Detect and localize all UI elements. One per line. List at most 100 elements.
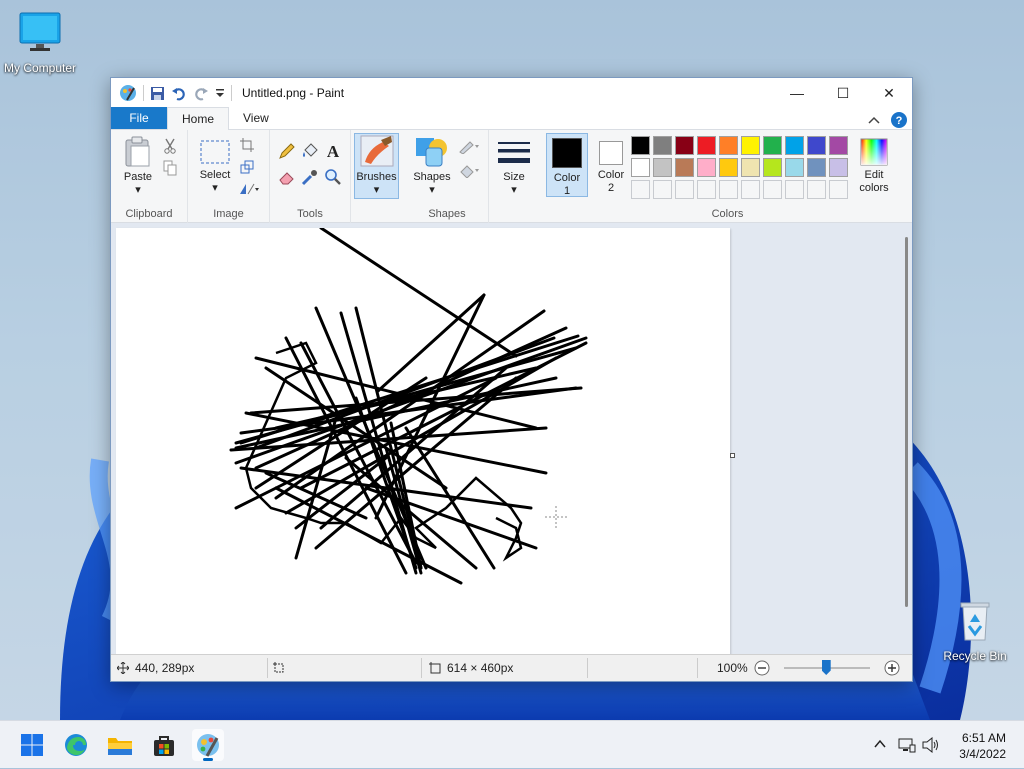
clock[interactable]: 6:51 AM 3/4/2022 [959,730,1006,762]
fill-icon[interactable] [301,142,319,160]
cut-icon[interactable] [163,138,177,154]
taskbar-edge[interactable] [60,729,92,761]
custom-color-slot[interactable] [631,180,650,199]
redo-icon[interactable] [193,86,209,101]
resize-handle[interactable] [730,453,735,458]
custom-color-slot[interactable] [653,180,672,199]
custom-color-slot[interactable] [675,180,694,199]
zoom-slider-thumb[interactable] [821,660,831,675]
desktop-icon-my-computer[interactable]: My Computer [0,10,80,75]
palette-swatch[interactable] [763,158,782,177]
group-label-shapes: Shapes [428,208,466,220]
scrollbar-thumb[interactable] [904,237,908,607]
magnifier-icon[interactable] [324,168,342,186]
close-button[interactable]: ✕ [866,78,912,108]
separator [697,658,698,678]
color2-label: Color [597,169,625,181]
customize-qat-icon[interactable] [215,87,225,99]
crosshair-cursor-icon [545,506,567,528]
group-clipboard: Paste ▾ Clipboard [111,130,188,223]
custom-color-slot[interactable] [719,180,738,199]
color-picker-icon[interactable] [301,168,319,186]
fill-shape-icon[interactable] [458,162,480,178]
palette-swatch[interactable] [741,136,760,155]
chevron-down-icon: ▾ [429,184,435,196]
chevron-up-icon[interactable] [874,739,886,749]
network-icon[interactable] [898,737,916,753]
taskbar-paint[interactable] [192,729,224,761]
palette-swatch[interactable] [653,136,672,155]
text-icon[interactable]: A [324,142,342,160]
palette-swatch[interactable] [741,158,760,177]
custom-color-slot[interactable] [785,180,804,199]
color2-button[interactable]: Color 2 [591,133,631,197]
save-icon[interactable] [150,86,165,101]
move-cursor-icon [117,662,129,674]
paste-button[interactable]: Paste ▾ [119,136,157,197]
maximize-button[interactable]: ☐ [820,78,866,108]
tab-view[interactable]: View [229,107,283,129]
start-button[interactable] [16,729,48,761]
palette-swatch[interactable] [785,158,804,177]
palette-swatch[interactable] [631,158,650,177]
volume-icon[interactable] [922,737,940,753]
vertical-scrollbar[interactable] [902,231,910,611]
custom-color-slot[interactable] [829,180,848,199]
image-size: 614 × 460px [429,655,513,681]
pencil-icon[interactable] [278,142,296,160]
palette-swatch[interactable] [697,158,716,177]
collapse-ribbon-icon[interactable] [868,115,880,125]
eraser-icon[interactable] [278,168,296,186]
size-button[interactable]: Size ▾ [495,140,533,197]
resize-icon[interactable] [240,160,254,174]
desktop-icon-recycle-bin[interactable]: Recycle Bin [935,600,1015,663]
palette-swatch[interactable] [829,136,848,155]
paint-app-icon[interactable] [119,84,137,102]
drawing-canvas[interactable] [116,228,730,656]
close-icon: ✕ [883,84,895,101]
palette-swatch[interactable] [675,136,694,155]
select-label: Select [199,169,231,181]
color1-button[interactable]: Color 1 [546,133,588,197]
custom-color-slot[interactable] [741,180,760,199]
taskbar-store[interactable] [148,729,180,761]
tab-home[interactable]: Home [167,107,230,130]
shapes-button[interactable]: Shapes ▾ [410,134,454,197]
palette-swatch[interactable] [807,158,826,177]
palette-swatch[interactable] [829,158,848,177]
brushes-button[interactable]: Brushes ▾ [354,133,399,199]
custom-color-slot[interactable] [763,180,782,199]
zoom-in-icon[interactable] [884,660,900,676]
palette-swatch[interactable] [719,136,738,155]
palette-swatch[interactable] [675,158,694,177]
custom-color-slot[interactable] [807,180,826,199]
image-size-icon [429,662,441,674]
palette-swatch[interactable] [697,136,716,155]
crop-icon[interactable] [240,138,254,152]
rotate-icon[interactable] [238,182,260,196]
palette-swatch[interactable] [785,136,804,155]
zoom-slider[interactable] [783,660,870,676]
palette-swatch[interactable] [653,158,672,177]
undo-icon[interactable] [171,86,187,101]
outline-icon[interactable] [458,138,480,154]
palette-swatch[interactable] [631,136,650,155]
edit-colors-label-1: Edit [864,169,884,181]
select-button[interactable]: Select ▾ [194,138,236,195]
shapes-icon [416,138,447,167]
taskbar-file-explorer[interactable] [104,729,136,761]
help-icon[interactable]: ? [890,111,908,129]
minimize-button[interactable]: — [774,78,820,108]
custom-color-slot[interactable] [697,180,716,199]
zoom-out-icon[interactable] [754,660,770,676]
palette-swatch[interactable] [807,136,826,155]
tab-file[interactable]: File [111,107,167,129]
rainbow-palette-icon [860,138,888,166]
palette-swatch[interactable] [719,158,738,177]
copy-icon[interactable] [163,160,177,176]
line-size-icon [498,142,530,163]
palette-swatch[interactable] [763,136,782,155]
title-bar[interactable]: Untitled.png - Paint — ☐ ✕ [111,78,912,108]
edit-colors-button[interactable]: Edit colors [853,138,895,195]
color1-number: 1 [563,185,571,197]
